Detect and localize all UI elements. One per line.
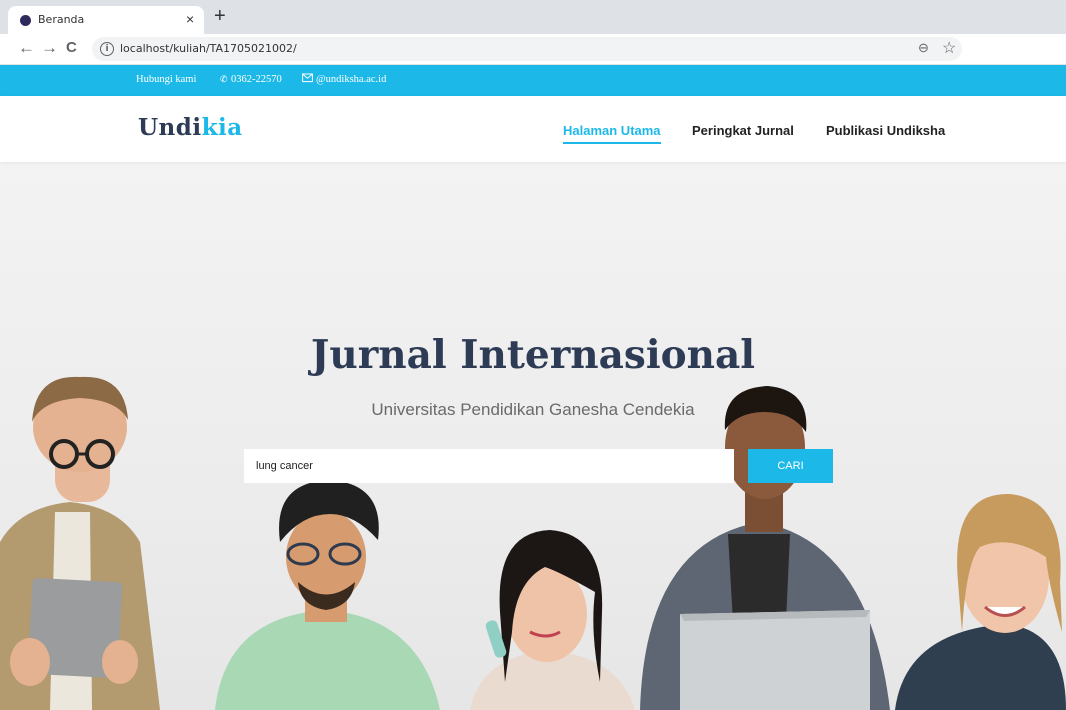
person-illustration (215, 480, 440, 710)
forward-icon[interactable]: → (41, 38, 58, 58)
site-header: Undikia Halaman Utama Peringkat Jurnal P… (0, 96, 1066, 162)
hero-subtitle: Universitas Pendidikan Ganesha Cendekia (371, 400, 695, 419)
hero-title: Jurnal Internasional (310, 332, 756, 378)
zoom-icon[interactable]: ⊖ (918, 40, 929, 56)
email-address[interactable]: @undiksha.ac.id (316, 74, 386, 85)
logo-text: Undi (138, 114, 202, 141)
logo-accent-text: kia (201, 114, 243, 141)
hero-section: Jurnal Internasional Universitas Pendidi… (0, 162, 1066, 710)
tab-title: Beranda (38, 13, 85, 26)
reload-icon[interactable]: C (66, 38, 77, 58)
close-icon[interactable]: × (186, 11, 194, 27)
nav-undiksha-publications[interactable]: Publikasi Undiksha (826, 123, 945, 138)
phone-number[interactable]: 0362-22570 (231, 74, 282, 85)
person-illustration (470, 530, 635, 710)
browser-tabstrip: Beranda × + (0, 0, 1066, 34)
person-illustration (895, 493, 1066, 710)
site-logo[interactable]: Undikia (138, 114, 243, 141)
person-illustration (640, 386, 890, 710)
browser-tab[interactable]: Beranda × (8, 6, 204, 34)
search-input[interactable] (244, 449, 734, 483)
address-bar[interactable]: i localhost/kuliah/TA1705021002/ ⊖ ☆ (92, 37, 962, 61)
url-text[interactable]: localhost/kuliah/TA1705021002/ (120, 42, 297, 55)
search-button[interactable]: CARI (748, 449, 833, 483)
favicon-icon (20, 15, 31, 26)
browser-toolbar: ← → C i localhost/kuliah/TA1705021002/ ⊖… (0, 34, 1066, 65)
hero-background-image (0, 376, 1066, 710)
back-icon[interactable]: ← (18, 38, 35, 58)
new-tab-icon[interactable]: + (214, 4, 226, 28)
bookmark-star-icon[interactable]: ☆ (942, 38, 956, 58)
nav-journal-ranking[interactable]: Peringkat Jurnal (692, 123, 794, 138)
person-illustration (0, 376, 160, 710)
envelope-icon (302, 73, 313, 86)
contact-bar: Hubungi kami ✆ 0362-22570 @undiksha.ac.i… (0, 65, 1066, 96)
contact-label: Hubungi kami (136, 74, 197, 85)
info-icon[interactable]: i (100, 42, 114, 56)
nav-home[interactable]: Halaman Utama (563, 123, 661, 144)
phone-icon: ✆ (220, 75, 228, 85)
